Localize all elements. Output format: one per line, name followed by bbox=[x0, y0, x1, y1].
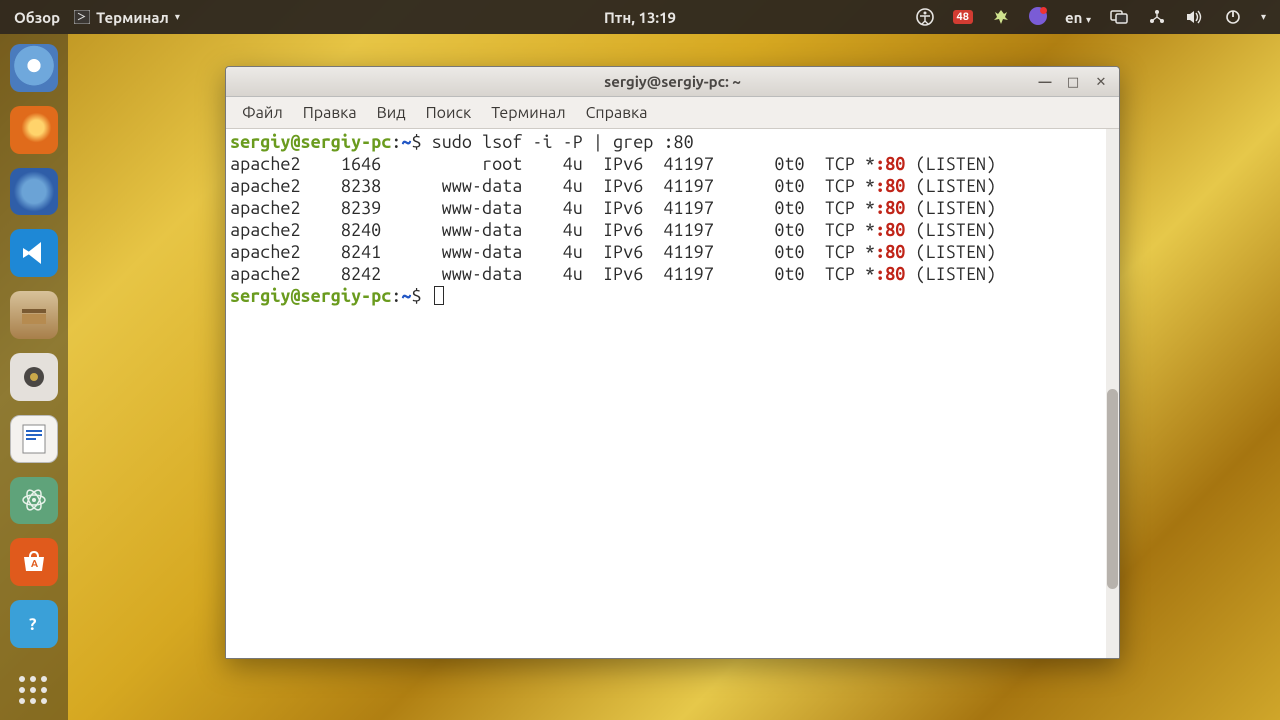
show-applications-button[interactable] bbox=[19, 676, 49, 704]
language-label: en bbox=[1065, 9, 1082, 26]
dock-rhythmbox[interactable] bbox=[10, 353, 58, 401]
close-button[interactable]: ✕ bbox=[1089, 71, 1113, 93]
svg-text:?: ? bbox=[29, 615, 37, 634]
dock-files[interactable] bbox=[10, 291, 58, 339]
menubar: Файл Правка Вид Поиск Терминал Справка bbox=[226, 97, 1119, 129]
scrollbar-thumb[interactable] bbox=[1107, 389, 1118, 589]
terminal-window: sergiy@sergiy-pc: ~ ― □ ✕ Файл Правка Ви… bbox=[225, 66, 1120, 659]
dock-thunderbird[interactable] bbox=[10, 168, 58, 216]
chevron-down-icon: ▾ bbox=[1086, 14, 1091, 25]
dock-firefox[interactable] bbox=[10, 106, 58, 154]
dock-chromium[interactable] bbox=[10, 44, 58, 92]
dock-writer[interactable] bbox=[10, 415, 58, 463]
dock-atom[interactable] bbox=[10, 477, 58, 525]
accessibility-icon[interactable] bbox=[915, 7, 935, 27]
volume-icon[interactable] bbox=[1185, 7, 1205, 27]
app-menu[interactable]: ＞ Терминал ▾ bbox=[74, 9, 180, 26]
terminal-body[interactable]: sergiy@sergiy-pc:~$ sudo lsof -i -P | gr… bbox=[226, 129, 1119, 658]
app-menu-label: Терминал bbox=[96, 9, 169, 26]
terminal-menu-icon: ＞ bbox=[74, 10, 90, 24]
window-title: sergiy@sergiy-pc: ~ bbox=[604, 73, 741, 90]
minimize-button[interactable]: ― bbox=[1033, 71, 1057, 93]
top-panel: Обзор ＞ Терминал ▾ Птн, 13:19 48 en ▾ bbox=[0, 0, 1280, 34]
activities-button[interactable]: Обзор bbox=[14, 9, 60, 26]
menu-search[interactable]: Поиск bbox=[418, 100, 480, 126]
svg-text:A: A bbox=[31, 558, 38, 569]
dock: A ? bbox=[0, 34, 68, 720]
maximize-button[interactable]: □ bbox=[1061, 71, 1085, 93]
menu-view[interactable]: Вид bbox=[369, 100, 414, 126]
menu-terminal[interactable]: Терминал bbox=[483, 100, 573, 126]
chevron-down-icon: ▾ bbox=[1261, 11, 1266, 23]
dock-help[interactable]: ? bbox=[10, 600, 58, 648]
scrollbar[interactable] bbox=[1106, 129, 1119, 658]
screen-icon[interactable] bbox=[1109, 7, 1129, 27]
viber-icon[interactable] bbox=[1029, 7, 1047, 28]
menu-help[interactable]: Справка bbox=[578, 100, 656, 126]
menu-edit[interactable]: Правка bbox=[295, 100, 365, 126]
network-icon[interactable] bbox=[1147, 7, 1167, 27]
clock[interactable]: Птн, 13:19 bbox=[604, 9, 676, 26]
svg-text:＞: ＞ bbox=[77, 12, 86, 22]
screenshot-icon[interactable] bbox=[991, 7, 1011, 27]
menu-file[interactable]: Файл bbox=[234, 100, 291, 126]
dock-vscode[interactable] bbox=[10, 229, 58, 277]
notification-badge[interactable]: 48 bbox=[953, 10, 973, 24]
dock-software[interactable]: A bbox=[10, 538, 58, 586]
power-icon[interactable] bbox=[1223, 7, 1243, 27]
titlebar[interactable]: sergiy@sergiy-pc: ~ ― □ ✕ bbox=[226, 67, 1119, 97]
language-indicator[interactable]: en ▾ bbox=[1065, 9, 1091, 26]
chevron-down-icon: ▾ bbox=[175, 11, 180, 23]
